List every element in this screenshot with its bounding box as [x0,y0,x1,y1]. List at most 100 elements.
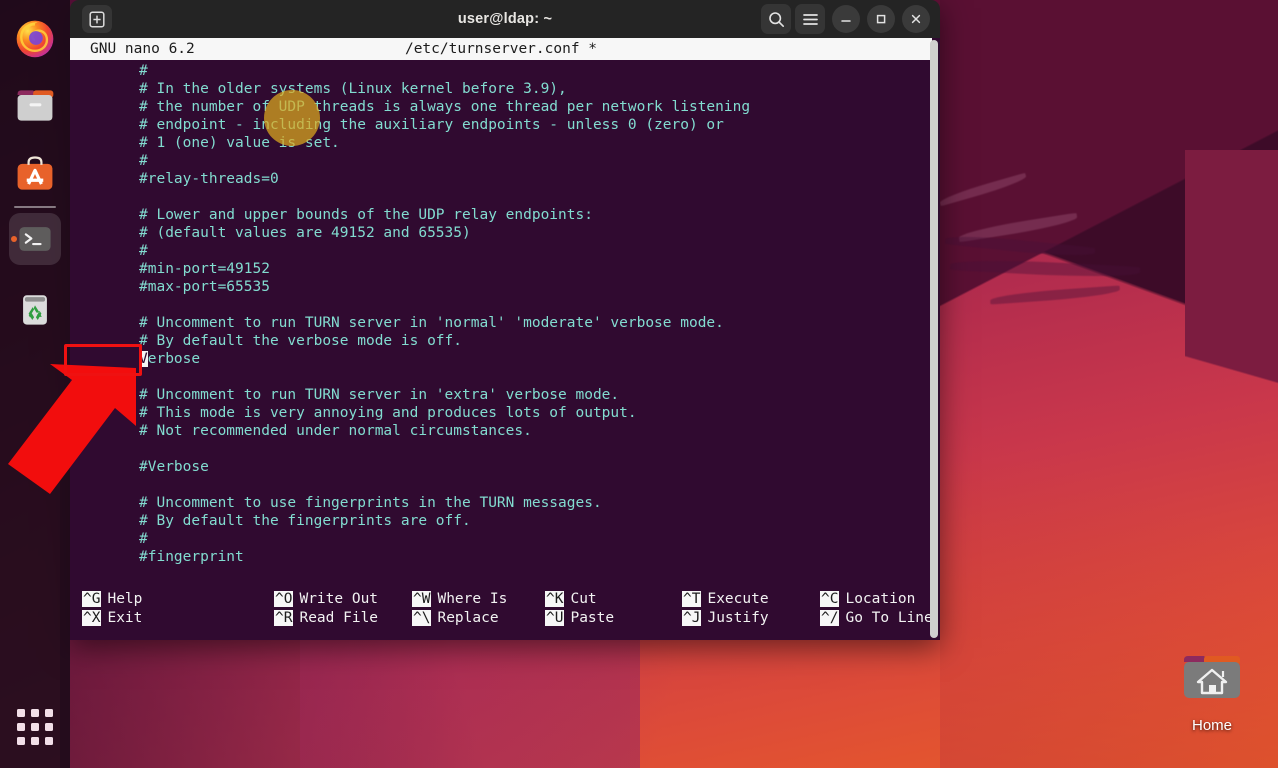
nano-line: # Lower and upper bounds of the UDP rela… [139,207,593,223]
search-button[interactable] [761,4,791,34]
nano-shortcut[interactable]: ^W Where Is [412,590,507,609]
nano-line [70,296,932,314]
nano-shortcut[interactable]: ^X Exit [82,609,142,628]
nano-shortcut[interactable]: ^J Justify [682,609,769,628]
nano-shortcut-label: Cut [570,591,597,607]
desktop-icon-home[interactable]: Home [1174,652,1250,738]
nano-shortcut-key: ^W [412,591,432,607]
apps-grid-cell [31,709,39,717]
nano-editor-text[interactable]: # # In the older systems (Linux kernel be… [70,62,932,566]
nano-shortcut-label: Paste [570,610,615,626]
nano-shortcut-key: ^R [274,610,294,626]
trash-icon [23,295,47,325]
close-button[interactable] [902,5,930,33]
nano-shortcut-label: Go To Line [845,610,933,626]
nano-shortcut-label: Location [845,591,916,607]
nano-shortcut-label: Replace [437,610,499,626]
nano-line: # (default values are 49152 and 65535) [139,225,471,241]
nano-line: # By default the verbose mode is off. [139,333,463,349]
nano-shortcut-label: Exit [107,610,143,626]
nano-shortcut[interactable]: ^C Location [820,590,933,609]
nano-shortcut-bar: ^G Help ^X Exit ^O Write Out ^R Read File ^W Wher… [70,590,933,632]
maximize-button[interactable] [867,5,895,33]
apps-grid-cell [31,737,39,745]
nano-shortcut-key: ^U [545,610,565,626]
maximize-icon [876,14,886,24]
dock-item-files[interactable] [9,80,61,132]
apps-grid-cell [45,723,53,731]
nano-shortcut-column: ^K Cut ^U Paste [545,590,614,628]
nano-shortcut-column: ^G Help ^X Exit [82,590,142,628]
nano-line: # By default the fingerprints are off. [139,513,471,529]
nano-shortcut-key: ^\ [412,610,432,626]
annotation-red-arrow [8,364,136,494]
nano-shortcut[interactable]: ^T Execute [682,590,769,609]
wallpaper-shard-e [300,620,820,768]
nano-line: #Verbose [139,459,209,475]
window-titlebar[interactable]: user@ldap: ~ [70,0,940,38]
nano-line: # the number of UDP threads is always on… [139,99,751,115]
nano-filename-label: /etc/turnserver.conf * [404,41,598,57]
apps-grid-cell [17,737,25,745]
nano-shortcut-key: ^G [82,591,102,607]
nano-shortcut-key: ^C [820,591,840,607]
nano-shortcut[interactable]: ^U Paste [545,609,614,628]
files-folder-icon [17,90,54,121]
show-applications-button[interactable] [13,705,57,749]
terminal-scrollbar[interactable] [930,40,938,638]
desktop-icon-home-label: Home [1191,717,1232,734]
nano-line: # 1 (one) value is set. [139,135,340,151]
home-folder-icon [1184,656,1240,698]
nano-line: #max-port=65535 [139,279,270,295]
nano-line: # Uncomment to run TURN server in 'norma… [139,315,724,331]
window-controls [761,4,930,34]
nano-shortcut[interactable]: ^G Help [82,590,142,609]
nano-line: # [139,531,148,547]
dock-item-firefox[interactable] [9,12,61,64]
nano-line: # [139,243,148,259]
nano-line: #min-port=49152 [139,261,270,277]
nano-shortcut[interactable]: ^K Cut [545,590,614,609]
nano-line: #relay-threads=0 [139,171,279,187]
nano-line [70,476,932,494]
dock-item-trash[interactable] [9,283,61,335]
nano-shortcut-label: Read File [299,610,379,626]
nano-line: # endpoint - including the auxiliary end… [139,117,724,133]
nano-shortcut-column: ^O Write Out ^R Read File [274,590,378,628]
nano-line: # [139,153,148,169]
nano-line [70,188,932,206]
nano-line: # Not recommended under normal circumsta… [139,423,532,439]
nano-line: Verbose [139,351,201,367]
nano-shortcut-label: Execute [707,591,769,607]
nano-shortcut-key: ^T [682,591,702,607]
nano-shortcut[interactable]: ^R Read File [274,609,378,628]
nano-shortcut-key: ^J [682,610,702,626]
apps-grid-cell [45,709,53,717]
mouse-click-highlight [264,90,320,146]
nano-shortcut[interactable]: ^O Write Out [274,590,378,609]
search-icon [768,11,784,27]
apps-grid-cell [17,709,25,717]
terminal-icon [19,227,51,251]
menu-button[interactable] [795,4,825,34]
dock-item-terminal[interactable] [9,213,61,265]
nano-shortcut-key: ^K [545,591,565,607]
hamburger-menu-icon [802,13,818,25]
apps-grid-cell [31,723,39,731]
nano-shortcut-column: ^C Location ^/ Go To Line [820,590,933,628]
nano-shortcut-key: ^X [82,610,102,626]
nano-shortcut-key: ^/ [820,610,840,626]
minimize-icon [841,20,851,22]
minimize-button[interactable] [832,5,860,33]
dock-separator [14,206,56,208]
close-icon [911,14,921,24]
nano-shortcut-label: Where Is [437,591,508,607]
dock-item-ubuntu-software[interactable] [9,148,61,200]
nano-line: # In the older systems (Linux kernel bef… [139,81,567,97]
nano-shortcut-column: ^W Where Is ^\ Replace [412,590,507,628]
nano-shortcut[interactable]: ^/ Go To Line [820,609,933,628]
nano-line [70,368,932,386]
terminal-content[interactable]: GNU nano 6.2 /etc/turnserver.conf * # # I… [70,38,940,640]
nano-shortcut[interactable]: ^\ Replace [412,609,507,628]
apps-grid-cell [17,723,25,731]
